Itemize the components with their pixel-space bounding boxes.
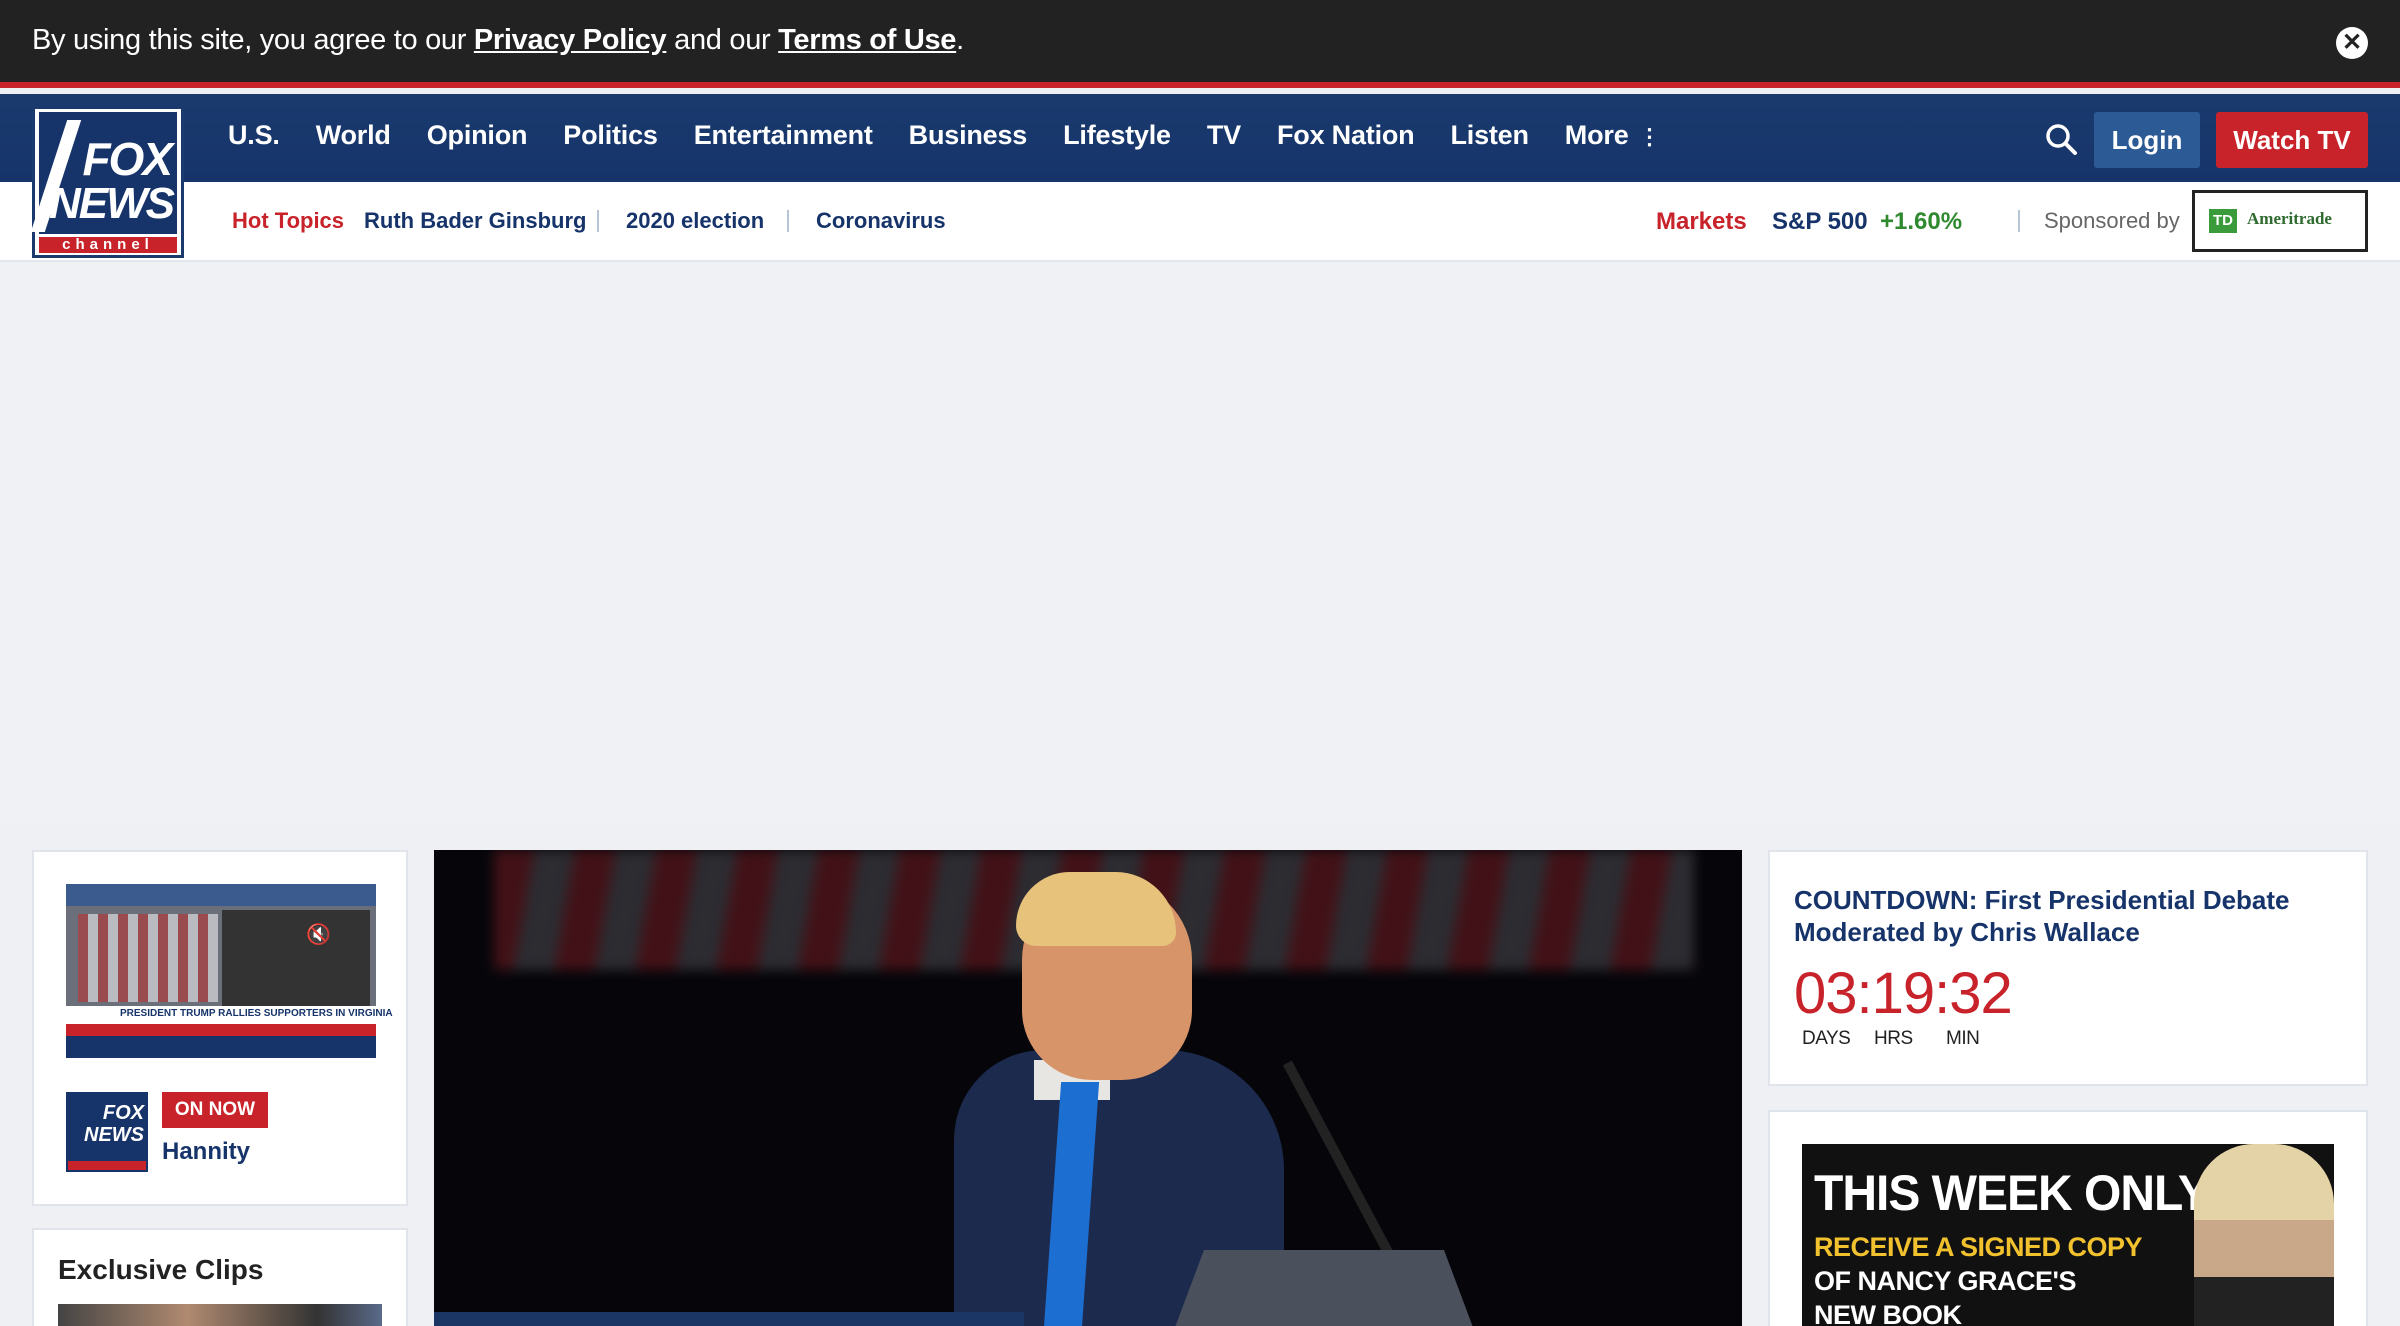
live-video-thumbnail[interactable]: 🔇 PRESIDENT TRUMP RALLIES SUPPORTERS IN … xyxy=(66,884,393,1058)
topic-separator xyxy=(787,210,789,232)
thumb-flag-image xyxy=(78,914,218,1002)
cookie-text-prefix: By using this site, you agree to our xyxy=(32,24,474,56)
hero-image[interactable] xyxy=(434,850,1742,1326)
topic-ruth-bader-ginsburg[interactable]: Ruth Bader Ginsburg xyxy=(364,208,586,234)
nav-item-lifestyle[interactable]: Lifestyle xyxy=(1063,120,1171,151)
markets-link[interactable]: Markets xyxy=(1656,208,1747,236)
book-promo-card[interactable]: THIS WEEK ONLY RECEIVE A SIGNED COPY OF … xyxy=(1768,1110,2368,1326)
logo-mark: FOX NEWS xyxy=(30,112,177,234)
nav-item-more-label: More xyxy=(1564,120,1629,150)
clip-thumbnail[interactable] xyxy=(58,1304,382,1326)
mute-icon[interactable]: 🔇 xyxy=(306,922,331,947)
mini-logo-channel-bar xyxy=(68,1161,146,1170)
live-tv-card[interactable]: 🔇 PRESIDENT TRUMP RALLIES SUPPORTERS IN … xyxy=(32,850,408,1206)
watch-tv-button[interactable]: Watch TV xyxy=(2216,112,2368,168)
vertical-dots-icon: ⋮ xyxy=(1638,124,1661,149)
nav-item-fox-nation[interactable]: Fox Nation xyxy=(1277,120,1415,151)
current-show-name[interactable]: Hannity xyxy=(162,1138,250,1166)
exclusive-clips-title: Exclusive Clips xyxy=(58,1254,264,1285)
hero-podium xyxy=(1174,1250,1474,1326)
sp500-index-change: +1.60% xyxy=(1880,208,1963,235)
fox-news-mini-logo: FOX NEWS xyxy=(66,1092,148,1172)
td-logo-badge: TD xyxy=(2209,209,2237,233)
thumb-crowd-image xyxy=(222,910,370,1006)
nav-item-us[interactable]: U.S. xyxy=(228,120,280,151)
cookie-consent-text: By using this site, you agree to our Pri… xyxy=(32,24,964,57)
promo-headline: THIS WEEK ONLY xyxy=(1814,1165,2210,1222)
logo-text-news: NEWS xyxy=(49,179,175,228)
mini-logo-fox: FOX xyxy=(102,1102,144,1124)
ameritrade-wordmark: Ameritrade xyxy=(2247,209,2332,228)
cookie-consent-bar: By using this site, you agree to our Pri… xyxy=(0,0,2400,88)
countdown-title[interactable]: COUNTDOWN: First Presidential Debate Mod… xyxy=(1794,884,2334,948)
thumb-banner-text: PRESIDENT TRUMP RALLIES SUPPORTERS IN VI… xyxy=(120,1008,393,1019)
ad-placeholder xyxy=(0,262,2400,826)
nav-item-entertainment[interactable]: Entertainment xyxy=(694,120,873,151)
nav-item-business[interactable]: Business xyxy=(909,120,1028,151)
exclusive-clips-card: Exclusive Clips xyxy=(32,1228,408,1326)
topic-coronavirus[interactable]: Coronavirus xyxy=(816,208,946,234)
nav-item-politics[interactable]: Politics xyxy=(563,120,658,151)
sponsored-by-label: Sponsored by xyxy=(2044,208,2180,233)
markets-separator xyxy=(2018,210,2020,232)
close-icon[interactable]: ✕ xyxy=(2336,27,2368,59)
promo-subline: RECEIVE A SIGNED COPY xyxy=(1814,1232,2143,1262)
topic-separator xyxy=(597,210,599,232)
promo-author-photo xyxy=(2194,1144,2334,1326)
countdown-timer: 03:19:32 xyxy=(1794,961,2013,1026)
login-button[interactable]: Login xyxy=(2094,112,2200,168)
nav-item-more[interactable]: More ⋮ xyxy=(1565,120,1661,151)
topic-2020-election[interactable]: 2020 election xyxy=(626,208,764,234)
nav-item-opinion[interactable]: Opinion xyxy=(427,120,528,151)
cookie-text-middle: and our xyxy=(666,24,779,56)
on-now-badge: ON NOW xyxy=(162,1092,268,1128)
hero-caption-strip xyxy=(434,1312,1024,1326)
promo-subline-2: OF NANCY GRACE'S xyxy=(1814,1266,2076,1296)
privacy-policy-link[interactable]: Privacy Policy xyxy=(474,24,667,56)
nav-item-world[interactable]: World xyxy=(316,120,391,151)
fox-news-logo[interactable]: FOX NEWS channel xyxy=(30,106,184,258)
countdown-unit-min: MIN xyxy=(1946,1028,1980,1049)
mini-logo-news: NEWS xyxy=(84,1124,144,1146)
nav-links: U.S. World Opinion Politics Entertainmen… xyxy=(228,120,1696,151)
hero-microphone xyxy=(1282,1060,1396,1260)
hot-topics-label: Hot Topics xyxy=(232,208,345,233)
sub-navigation-bar: Hot Topics Ruth Bader Ginsburg 2020 elec… xyxy=(0,182,2400,262)
sp500-index-name[interactable]: S&P 500 xyxy=(1772,208,1868,236)
terms-of-use-link[interactable]: Terms of Use xyxy=(778,24,956,56)
countdown-unit-hrs: HRS xyxy=(1874,1028,1913,1049)
countdown-unit-days: DAYS xyxy=(1802,1028,1851,1049)
nav-item-tv[interactable]: TV xyxy=(1207,120,1241,151)
promo-subline-3: NEW BOOK xyxy=(1814,1300,1962,1326)
book-promo-banner[interactable]: THIS WEEK ONLY RECEIVE A SIGNED COPY OF … xyxy=(1802,1144,2334,1326)
debate-countdown-card[interactable]: COUNTDOWN: First Presidential Debate Mod… xyxy=(1768,850,2368,1086)
logo-text-fox: FOX xyxy=(82,133,173,185)
nav-item-listen[interactable]: Listen xyxy=(1450,120,1529,151)
cookie-text-suffix: . xyxy=(956,24,964,56)
search-icon[interactable] xyxy=(2044,122,2078,156)
ameritrade-sponsor-logo[interactable]: TD Ameritrade xyxy=(2192,190,2368,252)
logo-text-channel: channel xyxy=(39,237,177,253)
